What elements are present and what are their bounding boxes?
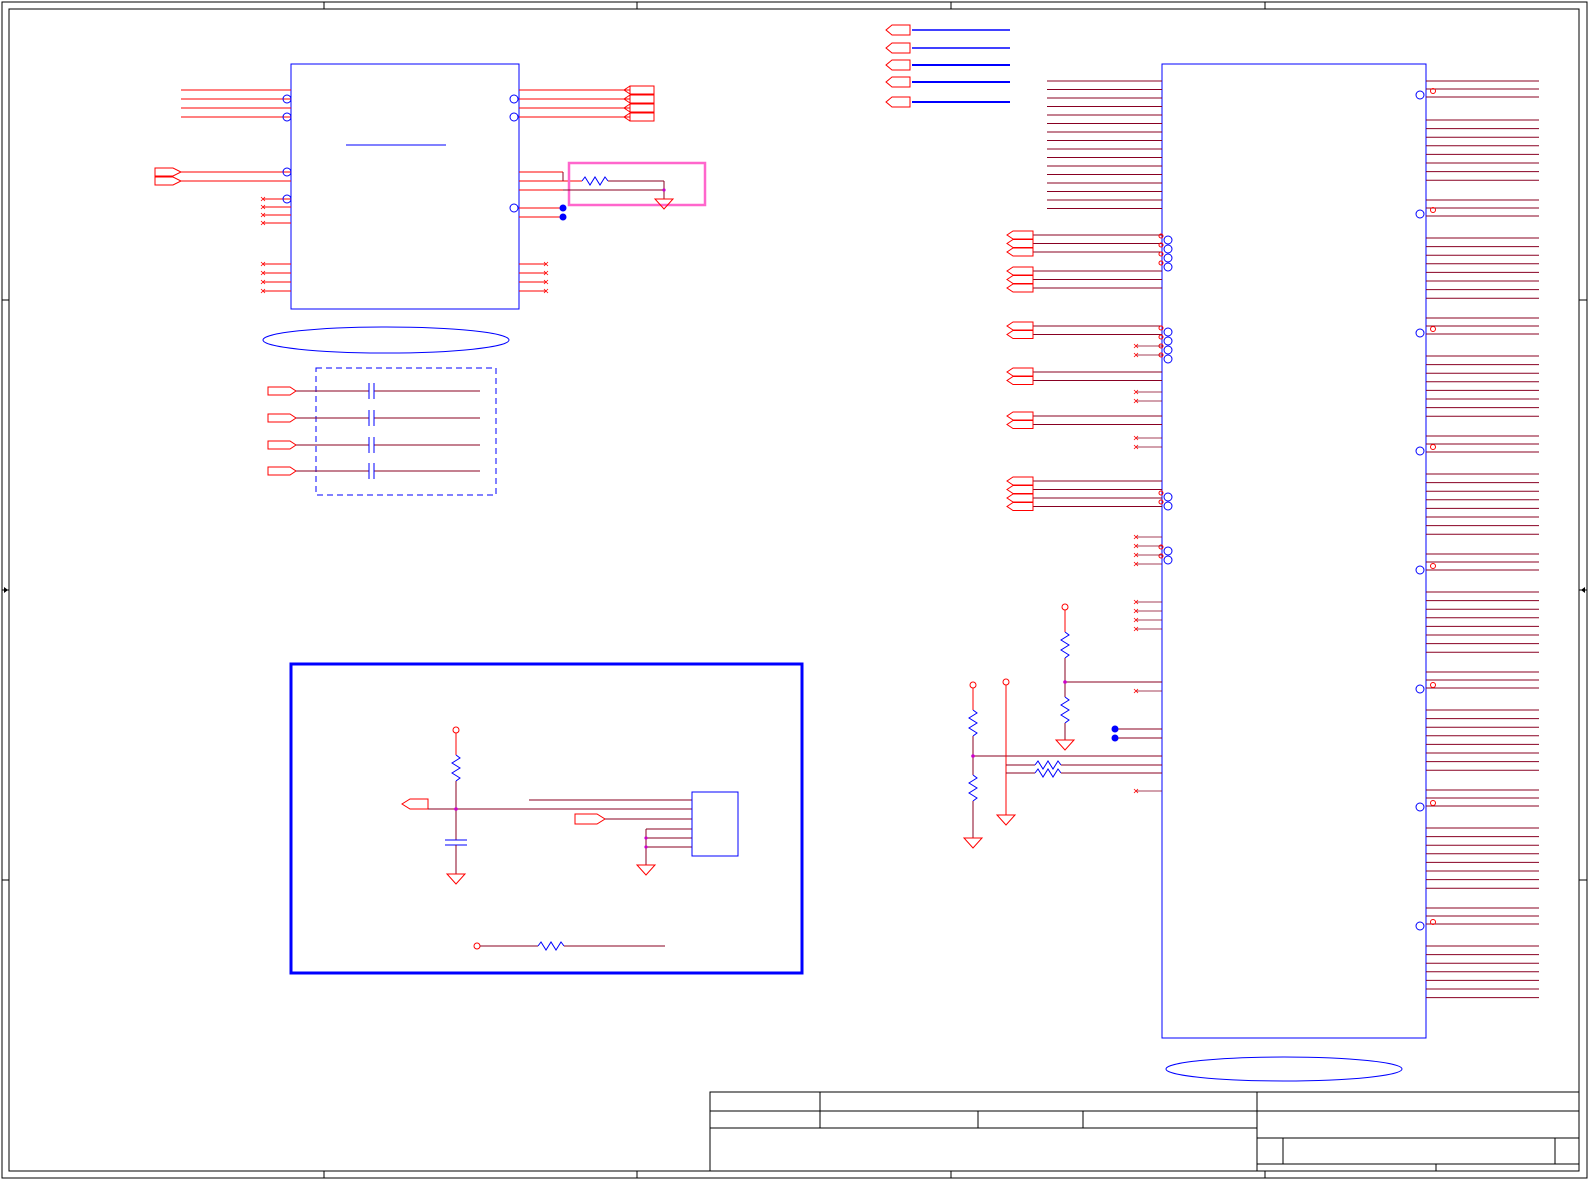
sheet-frame [1,1,1588,1179]
coupling-capacitors [267,367,497,496]
bias-network [963,603,1162,849]
title-block [709,1091,1580,1172]
boxed-circuit [289,662,804,975]
top-ports [885,24,1010,108]
ic-right [1006,63,1539,1082]
ic-left [154,63,707,354]
schematic-canvas [0,0,1589,1180]
